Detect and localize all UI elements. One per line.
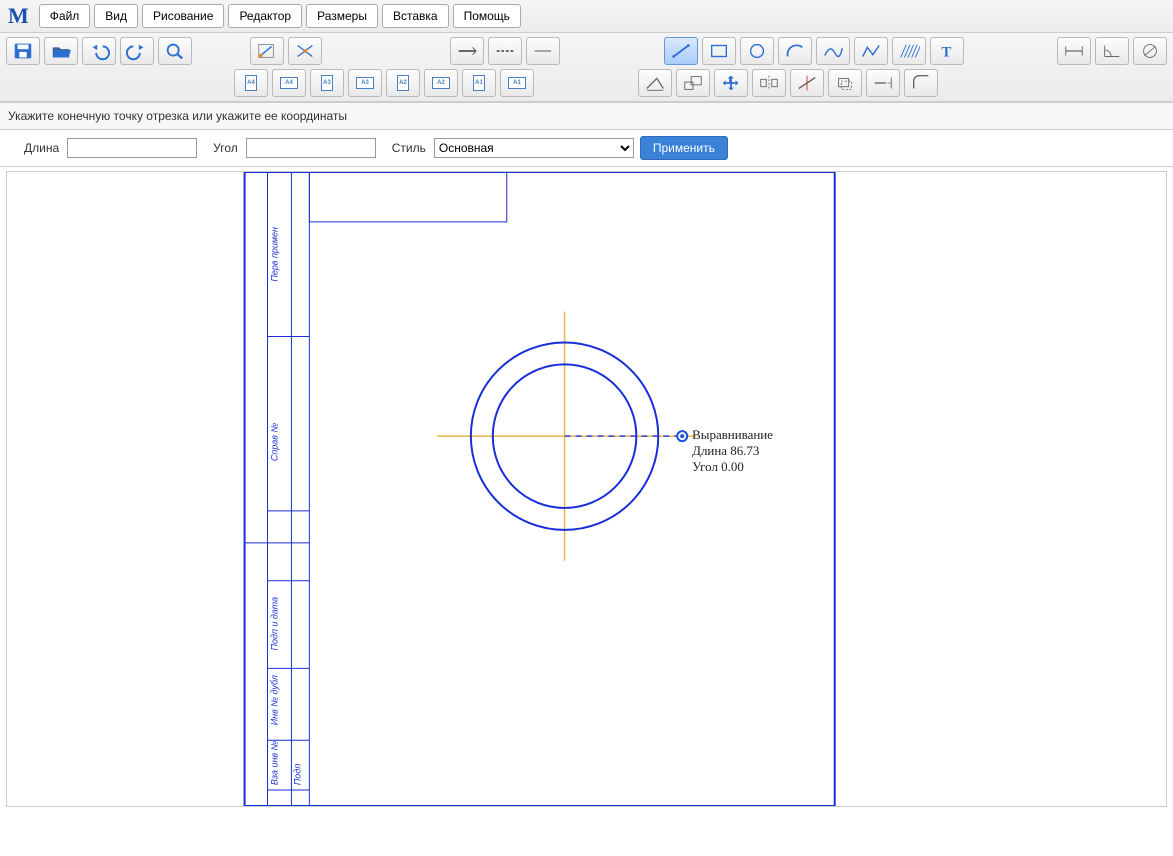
polyline-tool-icon[interactable] xyxy=(854,37,888,65)
text-tool-icon[interactable]: T xyxy=(930,37,964,65)
open-icon[interactable] xyxy=(44,37,78,65)
drawing-canvas[interactable]: Перв примен Справ № Подп и дата Инв № ду… xyxy=(6,171,1167,807)
trim-icon[interactable] xyxy=(790,69,824,97)
titleblock-label: Подп xyxy=(292,764,302,785)
move-icon[interactable] xyxy=(714,69,748,97)
dim-linear-icon[interactable] xyxy=(1057,37,1091,65)
length-label: Длина xyxy=(24,141,59,155)
style-select[interactable]: Основная xyxy=(434,138,634,158)
circle-tool-icon[interactable] xyxy=(740,37,774,65)
titleblock-label: Вза инв № xyxy=(269,740,279,785)
line-style2-icon[interactable] xyxy=(488,37,522,65)
line-style1-icon[interactable] xyxy=(450,37,484,65)
titleblock-label: Перв примен xyxy=(269,227,279,282)
page-a1-landscape[interactable]: A1 xyxy=(500,69,534,97)
offset-icon[interactable] xyxy=(828,69,862,97)
tooltip-line1: Выравнивание xyxy=(692,427,773,442)
redo-icon[interactable] xyxy=(120,37,154,65)
length-input[interactable] xyxy=(67,138,197,158)
svg-text:T: T xyxy=(942,45,952,61)
snap-cross-icon[interactable] xyxy=(288,37,322,65)
page-a2-portrait[interactable]: A2 xyxy=(386,69,420,97)
edit2-icon[interactable] xyxy=(676,69,710,97)
apply-button[interactable]: Применить xyxy=(640,136,728,160)
titleblock-label: Подп и дата xyxy=(269,597,279,651)
angle-label: Угол xyxy=(213,141,238,155)
menu-editor[interactable]: Редактор xyxy=(228,4,302,28)
page-a2-landscape[interactable]: A2 xyxy=(424,69,458,97)
angle-input[interactable] xyxy=(246,138,376,158)
toolbar-area: T A4A4A3A3A2A2A1A1 xyxy=(0,33,1173,102)
menu-dims[interactable]: Размеры xyxy=(306,4,378,28)
dim-diameter-icon[interactable] xyxy=(1133,37,1167,65)
edit1-icon[interactable] xyxy=(638,69,672,97)
menu-file[interactable]: Файл xyxy=(39,4,91,28)
page-a4-landscape[interactable]: A4 xyxy=(272,69,306,97)
menu-view[interactable]: Вид xyxy=(94,4,138,28)
status-bar: Укажите конечную точку отрезка или укажи… xyxy=(0,102,1173,130)
arc-tool-icon[interactable] xyxy=(778,37,812,65)
menu-draw[interactable]: Рисование xyxy=(142,4,224,28)
tooltip-line3: Угол 0.00 xyxy=(692,459,744,474)
extend-icon[interactable] xyxy=(866,69,900,97)
page-a4-portrait[interactable]: A4 xyxy=(234,69,268,97)
page-a3-portrait[interactable]: A3 xyxy=(310,69,344,97)
style-label: Стиль xyxy=(392,141,426,155)
hatch-tool-icon[interactable] xyxy=(892,37,926,65)
undo-icon[interactable] xyxy=(82,37,116,65)
rect-tool-icon[interactable] xyxy=(702,37,736,65)
app-logo: M xyxy=(6,3,35,29)
line-style3-icon[interactable] xyxy=(526,37,560,65)
line-tool-icon[interactable] xyxy=(664,37,698,65)
zoom-icon[interactable] xyxy=(158,37,192,65)
dim-angle-icon[interactable] xyxy=(1095,37,1129,65)
snap-end-icon[interactable] xyxy=(250,37,284,65)
curve-tool-icon[interactable] xyxy=(816,37,850,65)
menu-bar: M Файл Вид Рисование Редактор Размеры Вс… xyxy=(0,0,1173,33)
titleblock-label: Справ № xyxy=(269,423,279,462)
tooltip-line2: Длина 86.73 xyxy=(692,443,759,458)
titleblock-label: Инв № дубл xyxy=(269,675,279,725)
param-bar: Длина Угол Стиль Основная Применить xyxy=(0,130,1173,167)
save-icon[interactable] xyxy=(6,37,40,65)
fillet-icon[interactable] xyxy=(904,69,938,97)
page-a3-landscape[interactable]: A3 xyxy=(348,69,382,97)
mirror-icon[interactable] xyxy=(752,69,786,97)
menu-help[interactable]: Помощь xyxy=(453,4,521,28)
page-a1-portrait[interactable]: A1 xyxy=(462,69,496,97)
menu-insert[interactable]: Вставка xyxy=(382,4,449,28)
